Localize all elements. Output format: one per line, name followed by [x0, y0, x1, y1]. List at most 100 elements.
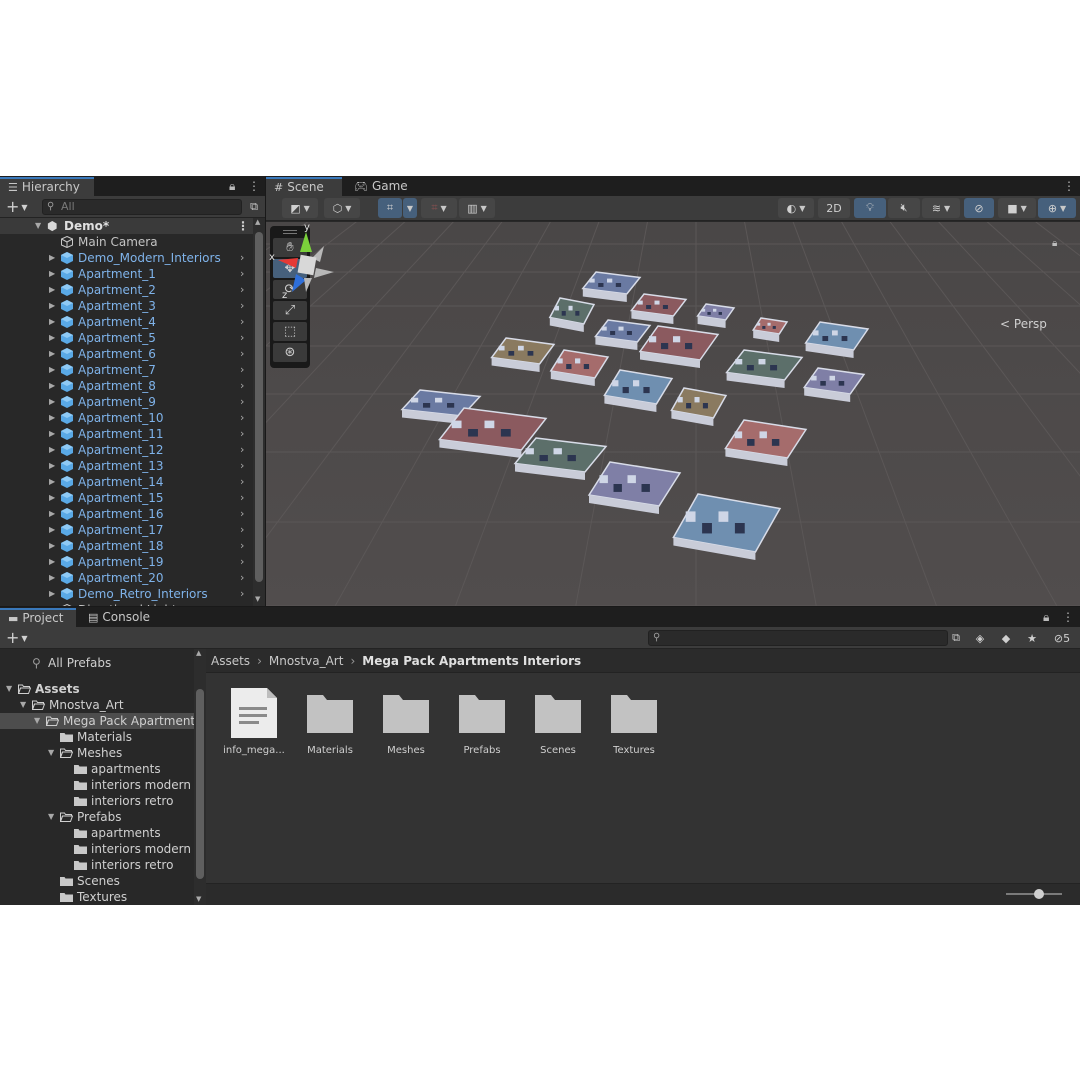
tab-scene[interactable]: # Scene: [266, 177, 342, 196]
hierarchy-item[interactable]: ▶ Apartment_6 ›: [0, 346, 253, 362]
create-asset-button[interactable]: + ▼: [6, 628, 28, 647]
camera-settings-button[interactable]: ■ ▼: [998, 198, 1036, 218]
increment-snap-button[interactable]: ⌗ ▼: [421, 198, 457, 218]
folder-tree-item[interactable]: ▼ Assets: [0, 681, 194, 697]
asset-folder[interactable]: Materials: [292, 687, 368, 756]
expand-arrow-icon[interactable]: ▼: [20, 697, 26, 713]
lighting-toggle-button[interactable]: 💡︎: [854, 198, 886, 218]
hierarchy-item[interactable]: ▶ Apartment_3 ›: [0, 298, 253, 314]
folder-tree-item[interactable]: Materials: [0, 729, 194, 745]
draw-mode-button[interactable]: ◩ ▼: [282, 198, 318, 218]
open-prefab-chevron-icon[interactable]: ›: [240, 506, 244, 522]
expand-arrow-icon[interactable]: ▶: [49, 442, 55, 458]
hierarchy-item[interactable]: ▶ Demo_Retro_Interiors ›: [0, 586, 253, 602]
hierarchy-item[interactable]: ▶ Apartment_20 ›: [0, 570, 253, 586]
open-prefab-chevron-icon[interactable]: ›: [240, 250, 244, 266]
expand-arrow-icon[interactable]: ▶: [49, 314, 55, 330]
folder-tree-item[interactable]: ▼ Mnostva_Art: [0, 697, 194, 713]
hierarchy-item[interactable]: ▶ Apartment_16 ›: [0, 506, 253, 522]
folder-tree-item[interactable]: interiors retro: [0, 857, 194, 873]
open-prefab-chevron-icon[interactable]: ›: [240, 490, 244, 506]
lock-icon[interactable]: 🔒︎: [1043, 610, 1049, 625]
panel-menu-icon[interactable]: ⋮: [1063, 179, 1075, 193]
open-prefab-chevron-icon[interactable]: ›: [240, 282, 244, 298]
panel-menu-icon[interactable]: ⋮: [248, 179, 260, 193]
folder-tree-item[interactable]: ▼ Mega Pack Apartments: [0, 713, 194, 729]
hierarchy-item[interactable]: ▶ Apartment_8 ›: [0, 378, 253, 394]
open-prefab-chevron-icon[interactable]: ›: [240, 522, 244, 538]
filter-type-icon[interactable]: ◈: [970, 629, 990, 647]
scene-row[interactable]: ▼ ⬢ Demo* ⋮: [0, 218, 253, 234]
hierarchy-item[interactable]: ▶ Apartment_4 ›: [0, 314, 253, 330]
expand-arrow-icon[interactable]: ▶: [49, 570, 55, 586]
gizmo-lock-icon[interactable]: 🔒︎: [1052, 238, 1057, 249]
expand-arrow-icon[interactable]: ▶: [49, 266, 55, 282]
tab-project[interactable]: ▬ Project: [0, 608, 76, 627]
open-prefab-chevron-icon[interactable]: ›: [240, 266, 244, 282]
hierarchy-item[interactable]: Main Camera: [0, 234, 253, 250]
breadcrumb-current[interactable]: Mega Pack Apartments Interiors: [362, 654, 581, 668]
hierarchy-item[interactable]: ▶ Apartment_18 ›: [0, 538, 253, 554]
tab-hierarchy[interactable]: ☰ Hierarchy: [0, 177, 94, 196]
rect-tool-icon[interactable]: ⬚: [273, 322, 307, 341]
folder-tree-item[interactable]: ▼ Meshes: [0, 745, 194, 761]
expand-arrow-icon[interactable]: ▼: [34, 713, 40, 729]
open-prefab-chevron-icon[interactable]: ›: [240, 394, 244, 410]
asset-folder[interactable]: Textures: [596, 687, 672, 756]
hierarchy-item[interactable]: ▶ Apartment_7 ›: [0, 362, 253, 378]
hierarchy-scrollbar[interactable]: ▲ ▼: [253, 218, 265, 606]
pivot-button[interactable]: ⬡ ▼: [324, 198, 360, 218]
asset-file[interactable]: info_mega...: [216, 687, 292, 756]
expand-arrow-icon[interactable]: ▶: [49, 490, 55, 506]
expand-arrow-icon[interactable]: ▶: [49, 538, 55, 554]
project-tree-scrollbar[interactable]: ▲ ▼: [194, 649, 206, 905]
breadcrumb-item[interactable]: Assets: [211, 654, 250, 668]
open-prefab-chevron-icon[interactable]: ›: [240, 538, 244, 554]
hierarchy-item[interactable]: ▶ Apartment_12 ›: [0, 442, 253, 458]
tab-game[interactable]: 🎮︎ Game: [346, 177, 412, 196]
slider-knob[interactable]: [1034, 889, 1044, 899]
expand-arrow-icon[interactable]: ▶: [49, 586, 55, 602]
hierarchy-item[interactable]: ▶ Apartment_10 ›: [0, 410, 253, 426]
folder-tree-item[interactable]: ▼ Prefabs: [0, 809, 194, 825]
grid-snap-button[interactable]: ⌗: [378, 198, 402, 218]
toggle-2d-button[interactable]: 2D: [818, 198, 850, 218]
open-prefab-chevron-icon[interactable]: ›: [240, 474, 244, 490]
scroll-down-icon[interactable]: ▼: [255, 595, 260, 603]
asset-folder[interactable]: Meshes: [368, 687, 444, 756]
gizmos-button[interactable]: ⊕ ▼: [1038, 198, 1076, 218]
expand-arrow-icon[interactable]: ▶: [49, 298, 55, 314]
expand-arrow-icon[interactable]: ▶: [49, 554, 55, 570]
folder-tree-item[interactable]: Textures: [0, 889, 194, 905]
project-search-input[interactable]: ⚲: [648, 630, 948, 646]
hierarchy-item[interactable]: ▶ Apartment_9 ›: [0, 394, 253, 410]
breadcrumb-item[interactable]: Mnostva_Art: [269, 654, 344, 668]
open-prefab-chevron-icon[interactable]: ›: [240, 298, 244, 314]
open-prefab-chevron-icon[interactable]: ›: [240, 362, 244, 378]
hierarchy-search-input[interactable]: ⚲ All: [42, 199, 242, 215]
expand-arrow-icon[interactable]: ▶: [49, 378, 55, 394]
open-prefab-chevron-icon[interactable]: ›: [240, 570, 244, 586]
hierarchy-item[interactable]: ▶ Apartment_5 ›: [0, 330, 253, 346]
effects-button[interactable]: ≋ ▼: [922, 198, 960, 218]
scroll-up-icon[interactable]: ▲: [196, 649, 201, 657]
scene-visibility-icon[interactable]: ⧉: [244, 198, 264, 216]
hidden-packages-button[interactable]: ⊘ 5: [1046, 629, 1078, 647]
label-tag-icon[interactable]: ◆: [996, 629, 1016, 647]
open-prefab-chevron-icon[interactable]: ›: [240, 586, 244, 602]
asset-folder[interactable]: Scenes: [520, 687, 596, 756]
open-prefab-chevron-icon[interactable]: ›: [240, 426, 244, 442]
grid-snap-dropdown[interactable]: ▼: [403, 198, 417, 218]
open-prefab-chevron-icon[interactable]: ›: [240, 410, 244, 426]
projection-toggle[interactable]: < Persp: [1000, 317, 1047, 331]
search-by-type-icon[interactable]: ⧉: [946, 629, 966, 647]
expand-arrow-icon[interactable]: ▶: [49, 362, 55, 378]
hierarchy-item[interactable]: ▶ Apartment_11 ›: [0, 426, 253, 442]
icon-size-slider[interactable]: [1006, 889, 1062, 899]
hierarchy-item[interactable]: ▶ Apartment_14 ›: [0, 474, 253, 490]
hierarchy-item[interactable]: ▶ Apartment_17 ›: [0, 522, 253, 538]
hierarchy-item[interactable]: ▶ Apartment_19 ›: [0, 554, 253, 570]
folder-tree-item[interactable]: apartments: [0, 761, 194, 777]
all-prefabs-item[interactable]: ⚲ All Prefabs: [0, 653, 194, 673]
folder-tree-item[interactable]: interiors modern: [0, 841, 194, 857]
